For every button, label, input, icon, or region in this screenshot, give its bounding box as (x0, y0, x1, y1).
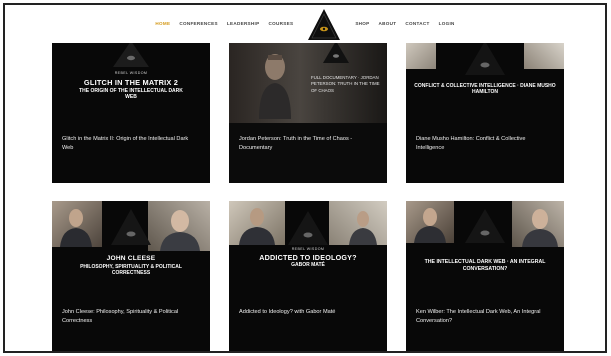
video-card[interactable]: Rebel Wisdom Addicted to Ideology? Gabor… (229, 201, 387, 351)
thumbnail-photo (512, 201, 564, 247)
video-card[interactable]: The Intellectual Dark Web · An Integral … (406, 201, 564, 351)
video-caption[interactable]: Glitch in the Matrix II: Origin of the I… (62, 135, 200, 152)
pyramid-eye-icon (465, 43, 505, 75)
overlay-title: Glitch in the Matrix 2 (83, 78, 179, 87)
thumbnail-photo (229, 201, 285, 245)
channel-tag: Rebel Wisdom (291, 247, 325, 251)
overlay-subtitle: The Intellectual Dark Web · An Integral … (424, 259, 546, 272)
pyramid-eye-icon (465, 209, 505, 243)
pyramid-eye-icon (288, 211, 328, 245)
overlay-title: John Cleese (106, 255, 156, 262)
pyramid-eye-icon (111, 209, 151, 245)
video-caption[interactable]: Diane Musho Hamilton: Conflict & Collect… (416, 135, 554, 152)
overlay-subtitle: Philosophy, Spirituality & Political Cor… (80, 264, 182, 277)
video-caption[interactable]: John Cleese: Philosophy, Spirituality & … (62, 308, 200, 325)
thumbnail-photo (329, 201, 387, 245)
thumbnail-photo (52, 201, 102, 247)
thumbnail-photo (406, 43, 436, 69)
pyramid-eye-icon (323, 43, 350, 63)
nav-left-group: Home Conferences Leadership Courses (155, 21, 293, 26)
video-caption[interactable]: Ken Wilber: The Intellectual Dark Web, A… (416, 308, 554, 325)
video-thumbnail: Rebel Wisdom Addicted to Ideology? Gabor… (229, 201, 387, 351)
pyramid-eye-icon (113, 43, 149, 67)
nav-about[interactable]: About (379, 21, 397, 26)
video-grid: Rebel Wisdom Glitch in the Matrix 2 The … (52, 43, 564, 351)
video-card[interactable]: John Cleese Philosophy, Spirituality & P… (52, 201, 210, 351)
browser-frame: Home Conferences Leadership Courses Shop… (3, 3, 607, 353)
nav-leadership[interactable]: Leadership (227, 21, 260, 26)
thumbnail-photo (148, 201, 210, 251)
overlay-subtitle: Conflict & Collective Intelligence · Dia… (414, 83, 556, 96)
video-thumbnail: Full Documentary · Jordan Peterson: Trut… (229, 43, 387, 123)
video-card[interactable]: Rebel Wisdom Glitch in the Matrix 2 The … (52, 43, 210, 183)
person-portrait-icon (160, 210, 200, 251)
overlay-subtitle: Gabor Maté (291, 262, 325, 268)
person-portrait-icon (259, 54, 291, 119)
video-thumbnail: Rebel Wisdom Glitch in the Matrix 2 The … (52, 43, 210, 183)
video-thumbnail: The Intellectual Dark Web · An Integral … (406, 201, 564, 351)
person-portrait-icon (349, 211, 377, 245)
video-thumbnail: Conflict & Collective Intelligence · Dia… (406, 43, 564, 183)
thumbnail-photo (524, 43, 564, 69)
person-portrait-icon (60, 209, 92, 247)
video-caption[interactable]: Addicted to Ideology? with Gabor Maté (239, 308, 377, 317)
person-portrait-icon (239, 208, 275, 245)
top-navigation: Home Conferences Leadership Courses Shop… (5, 5, 605, 41)
site-logo[interactable] (307, 7, 341, 41)
video-thumbnail: John Cleese Philosophy, Spirituality & P… (52, 201, 210, 351)
video-card[interactable]: Full Documentary · Jordan Peterson: Trut… (229, 43, 387, 183)
person-portrait-icon (522, 209, 558, 247)
overlay-title: Addicted to Ideology? (259, 253, 357, 262)
nav-right-group: Shop About Contact Login (355, 21, 454, 26)
nav-login[interactable]: Login (439, 21, 455, 26)
nav-courses[interactable]: Courses (268, 21, 293, 26)
person-portrait-icon (414, 208, 446, 243)
nav-shop[interactable]: Shop (355, 21, 369, 26)
overlay-subtitle: The Origin of the Intellectual Dark Web (79, 88, 183, 101)
video-caption[interactable]: Jordan Peterson: Truth in the Time of Ch… (239, 135, 377, 152)
thumbnail-photo (406, 201, 454, 243)
video-card[interactable]: Conflict & Collective Intelligence · Dia… (406, 43, 564, 183)
channel-tag: Rebel Wisdom (114, 71, 148, 75)
nav-conferences[interactable]: Conferences (179, 21, 218, 26)
pyramid-eye-icon (308, 9, 341, 40)
nav-home[interactable]: Home (155, 21, 170, 26)
overlay-subtitle: Full Documentary · Jordan Peterson: Trut… (311, 75, 380, 93)
nav-contact[interactable]: Contact (405, 21, 429, 26)
